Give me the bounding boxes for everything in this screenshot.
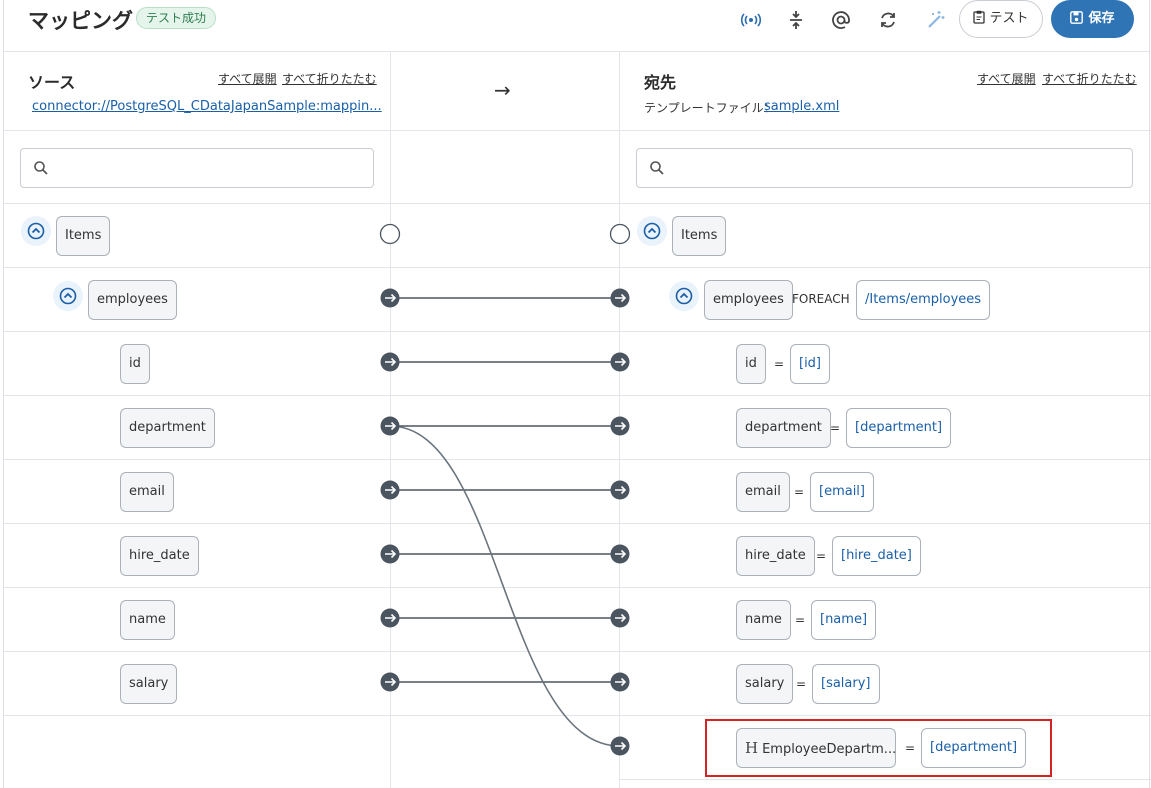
source-port-arrow-icon[interactable] — [380, 416, 400, 436]
source-port-arrow-icon[interactable] — [380, 352, 400, 372]
mapping-connectors — [379, 223, 631, 756]
source-port-arrow-icon[interactable] — [380, 288, 400, 308]
destination-port-arrow-icon[interactable] — [610, 480, 630, 500]
destination-port-arrow-icon[interactable] — [610, 736, 630, 756]
source-port-arrow-icon[interactable] — [380, 544, 400, 564]
source-port-arrow-icon[interactable] — [380, 672, 400, 692]
connector-ports — [380, 288, 630, 756]
destination-port-arrow-icon[interactable] — [610, 544, 630, 564]
destination-root-port[interactable] — [609, 223, 631, 245]
destination-port-arrow-icon[interactable] — [610, 288, 630, 308]
destination-port-arrow-icon[interactable] — [610, 672, 630, 692]
source-port-arrow-icon[interactable] — [380, 480, 400, 500]
destination-port-arrow-icon[interactable] — [610, 416, 630, 436]
source-port-arrow-icon[interactable] — [380, 608, 400, 628]
destination-port-arrow-icon[interactable] — [610, 352, 630, 372]
mapping-line — [389, 425, 621, 747]
destination-port-arrow-icon[interactable] — [610, 608, 630, 628]
source-root-port[interactable] — [379, 223, 401, 245]
